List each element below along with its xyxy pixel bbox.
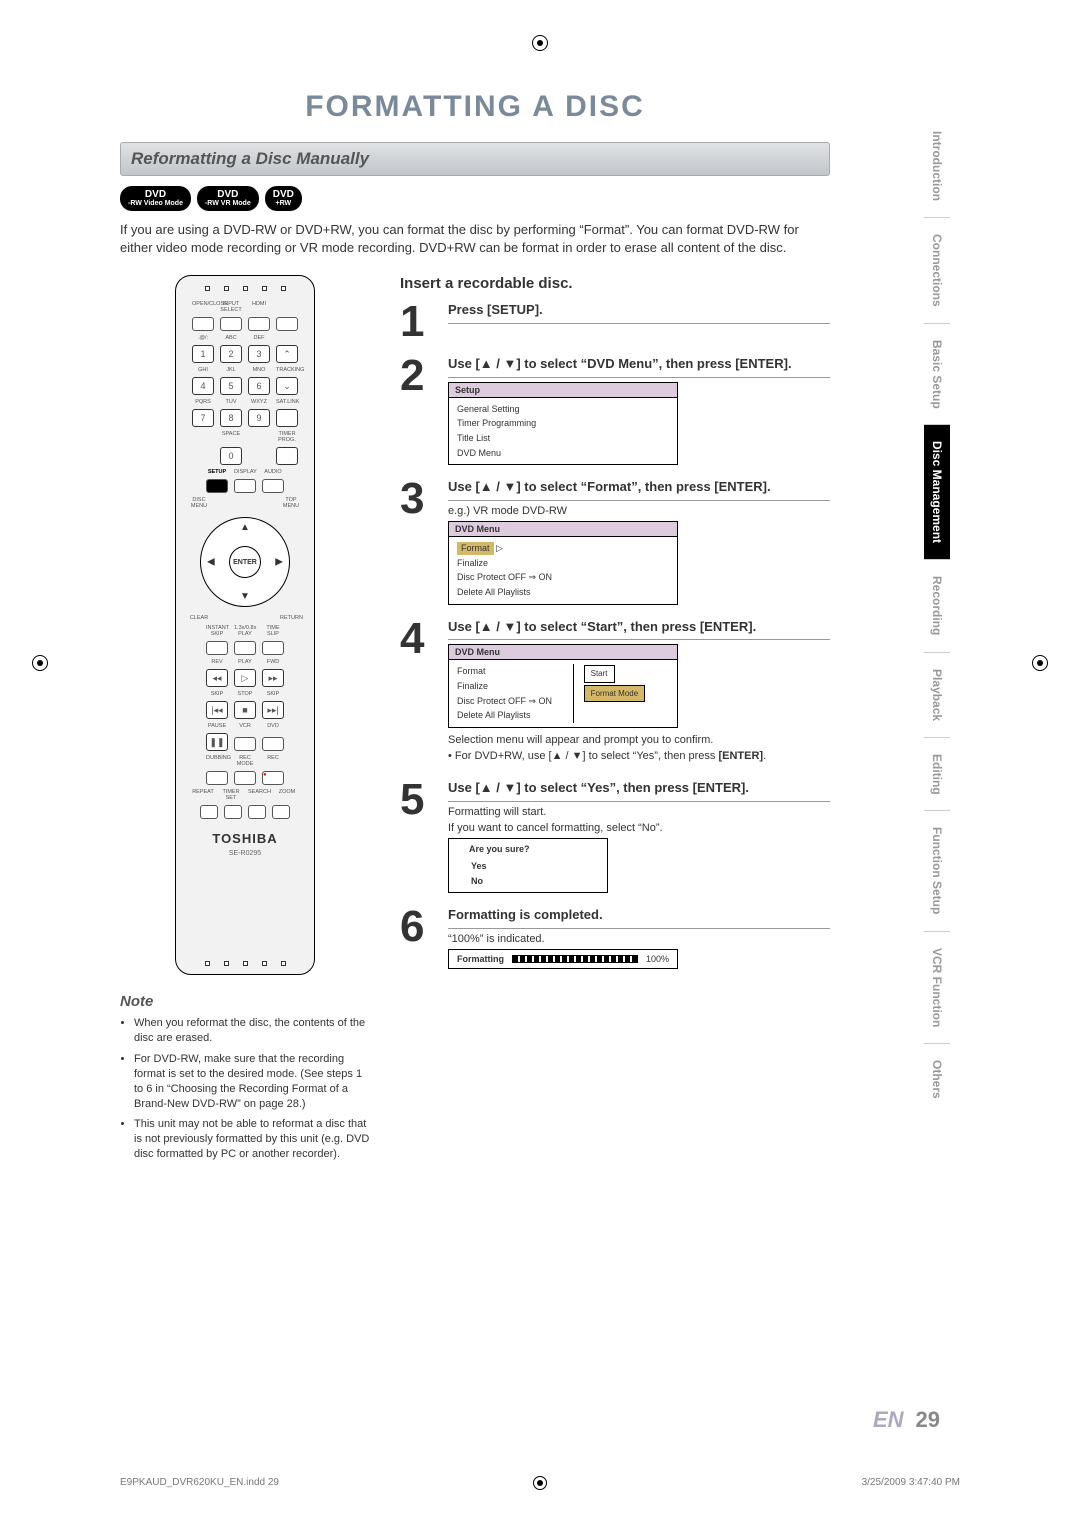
step-line: If you want to cancel formatting, select… — [448, 822, 830, 834]
brand-logo: TOSHIBA — [212, 831, 277, 846]
badge-dvd-rw-vr: DVD-RW VR Mode — [197, 186, 259, 211]
step-after: Selection menu will appear and prompt yo… — [448, 734, 830, 746]
note-heading: Note — [120, 993, 370, 1010]
step-line: Formatting will start. — [448, 806, 830, 818]
step-5: 5 Use [▲ / ▼] to select “Yes”, then pres… — [400, 780, 830, 894]
doc-footer-left: E9PKAUD_DVR620KU_EN.indd 29 — [120, 1477, 279, 1488]
page-title: FORMATTING A DISC — [120, 90, 830, 124]
enter-button: ENTER — [229, 546, 261, 578]
step-2: 2 Use [▲ / ▼] to select “DVD Menu”, then… — [400, 356, 830, 465]
osd-format-start: DVD Menu Format Finalize Disc Protect OF… — [448, 644, 678, 727]
model-number: SE-R0295 — [229, 850, 261, 857]
step-head: Use [▲ / ▼] to select “Yes”, then press … — [448, 780, 830, 802]
step-head: Use [▲ / ▼] to select “DVD Menu”, then p… — [448, 356, 830, 378]
osd-setup: Setup General Setting Timer Programming … — [448, 382, 678, 465]
tab-disc-management[interactable]: Disc Management — [924, 424, 950, 559]
osd-dvdmenu: DVD Menu Format ▷ Finalize Disc Protect … — [448, 521, 678, 604]
disc-badges: DVD-RW Video Mode DVD-RW VR Mode DVD+RW — [120, 186, 830, 211]
tab-others[interactable]: Others — [924, 1043, 950, 1115]
step-sub: e.g.) VR mode DVD-RW — [448, 505, 830, 517]
crop-mark-icon — [532, 35, 548, 51]
intro-paragraph: If you are using a DVD-RW or DVD+RW, you… — [120, 221, 830, 257]
step-head: Formatting is completed. — [448, 907, 830, 929]
crop-mark-icon — [32, 655, 48, 671]
step-number: 3 — [400, 479, 436, 604]
nav-pad: ▲ ▼ ◀ ▶ ENTER — [200, 517, 290, 607]
section-subtitle: Reformatting a Disc Manually — [120, 142, 830, 176]
step-number: 2 — [400, 356, 436, 465]
step-head: Use [▲ / ▼] to select “Start”, then pres… — [448, 619, 830, 641]
page-number: EN29 — [873, 1407, 940, 1433]
progress-bar-icon — [512, 955, 638, 963]
step-head: Use [▲ / ▼] to select “Format”, then pre… — [448, 479, 830, 501]
badge-dvd-rw-video: DVD-RW Video Mode — [120, 186, 191, 211]
step-number: 5 — [400, 780, 436, 894]
step-4: 4 Use [▲ / ▼] to select “Start”, then pr… — [400, 619, 830, 766]
note-item: This unit may not be able to reformat a … — [134, 1117, 370, 1162]
step-after: • For DVD+RW, use [▲ / ▼] to select “Yes… — [448, 750, 830, 762]
note-item: For DVD-RW, make sure that the recording… — [134, 1052, 370, 1111]
osd-confirm: Are you sure? Yes No — [448, 838, 608, 894]
note-item: When you reformat the disc, the contents… — [134, 1016, 370, 1046]
badge-dvd-plus-rw: DVD+RW — [265, 186, 302, 211]
step-head: Press [SETUP]. — [448, 302, 830, 324]
remote-diagram: OPEN/CLOSEINPUT SELECTHDMI .@/:ABCDEF 12… — [175, 275, 315, 975]
crop-mark-icon — [533, 1476, 547, 1490]
step-number: 1 — [400, 302, 436, 342]
doc-footer-right: 3/25/2009 3:47:40 PM — [862, 1477, 960, 1488]
insert-disc-heading: Insert a recordable disc. — [400, 275, 830, 292]
osd-progress: Formatting 100% — [448, 949, 678, 969]
tab-playback[interactable]: Playback — [924, 652, 950, 737]
tab-introduction[interactable]: Introduction — [924, 115, 950, 217]
tab-recording[interactable]: Recording — [924, 559, 950, 651]
note-list: When you reformat the disc, the contents… — [120, 1016, 370, 1162]
tab-connections[interactable]: Connections — [924, 217, 950, 323]
step-3: 3 Use [▲ / ▼] to select “Format”, then p… — [400, 479, 830, 604]
step-6: 6 Formatting is completed. “100%” is ind… — [400, 907, 830, 969]
step-sub: “100%” is indicated. — [448, 933, 830, 945]
tab-editing[interactable]: Editing — [924, 737, 950, 811]
tab-vcr-function[interactable]: VCR Function — [924, 931, 950, 1043]
side-tabs: Introduction Connections Basic Setup Dis… — [924, 115, 950, 1115]
step-number: 4 — [400, 619, 436, 766]
step-number: 6 — [400, 907, 436, 969]
step-1: 1 Press [SETUP]. — [400, 302, 830, 342]
tab-function-setup[interactable]: Function Setup — [924, 810, 950, 930]
crop-mark-icon — [1032, 655, 1048, 671]
tab-basic-setup[interactable]: Basic Setup — [924, 323, 950, 425]
